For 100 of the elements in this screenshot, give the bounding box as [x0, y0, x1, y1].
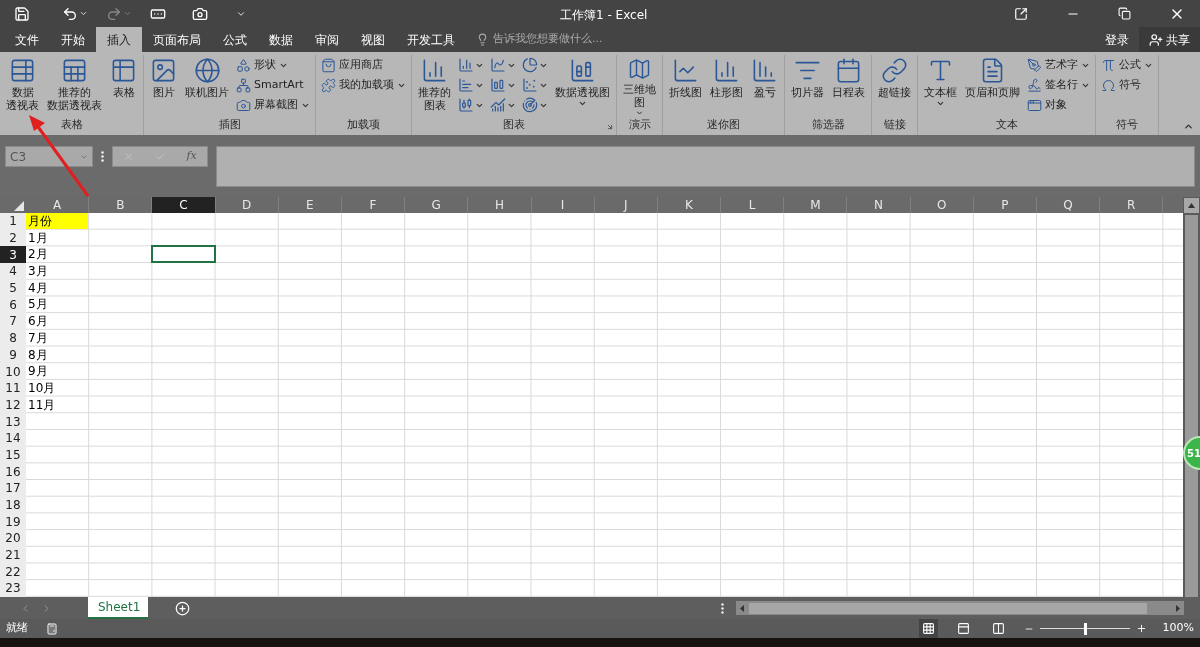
macro-icon[interactable] [46, 622, 58, 635]
ribbon-button[interactable]: 艺术字 [1025, 55, 1092, 75]
ribbon-button[interactable]: 推荐的 数据透视表 [44, 55, 105, 117]
table-cell-text: 1月 [27, 229, 49, 246]
menu-tab[interactable]: 开发工具 [396, 27, 466, 52]
select-all-icon[interactable] [14, 201, 24, 211]
ribbon-button[interactable]: 超链接 [875, 55, 914, 117]
row-header[interactable]: 1 [0, 213, 26, 230]
collapse-ribbon-icon[interactable] [1183, 121, 1194, 132]
ribbon-button[interactable]: 图片 [147, 55, 180, 117]
ribbon-button[interactable]: 对象 [1025, 95, 1092, 115]
scatter-chart-icon [522, 77, 538, 93]
horizontal-scrollbar[interactable] [736, 601, 1184, 615]
ribbon-button[interactable]: 数据透视图 [552, 55, 613, 117]
menu-tab[interactable]: 插入 [96, 27, 142, 52]
link-icon [881, 57, 908, 84]
ribbon-button[interactable]: 应用商店 [319, 55, 408, 75]
ribbon-button[interactable]: 页眉和页脚 [962, 55, 1023, 117]
row-header[interactable]: 10 [0, 363, 26, 380]
ribbon-button[interactable]: 形状 [234, 55, 312, 75]
camera-icon [236, 97, 251, 113]
row-header[interactable]: 22 [0, 563, 26, 581]
zoom-in-icon[interactable] [1135, 623, 1147, 634]
redo-icon[interactable] [106, 5, 122, 22]
row-header[interactable]: 21 [0, 546, 26, 564]
window-title: 工作簿1 - Excel [560, 7, 648, 24]
undo-icon[interactable] [62, 5, 78, 22]
row-header[interactable]: 17 [0, 480, 26, 497]
row-header[interactable]: 18 [0, 496, 26, 514]
menu-tab[interactable]: 数据 [258, 27, 304, 52]
formula-field[interactable] [216, 146, 1195, 187]
scroll-up-icon[interactable] [1188, 203, 1195, 208]
group-label: 演示 [628, 118, 651, 132]
sheet-tab[interactable]: Sheet1 [88, 597, 148, 619]
line-chart-icon [672, 57, 699, 84]
ribbon-button[interactable]: 文本框 [921, 55, 960, 117]
row-header[interactable]: 13 [0, 413, 26, 430]
menu-tab[interactable]: 开始 [50, 27, 96, 52]
ribbon-button[interactable]: 推荐的 图表 [415, 55, 454, 117]
add-sheet-icon[interactable] [175, 600, 190, 616]
row-header[interactable]: 7 [0, 313, 26, 330]
row-header[interactable]: 23 [0, 580, 26, 597]
vertical-scrollbar[interactable] [1183, 197, 1200, 597]
column-chart-icon [713, 57, 740, 84]
row-header[interactable]: 2 [0, 229, 26, 247]
group-label: 图表 [503, 118, 525, 132]
ribbon-button[interactable]: SmartArt [234, 75, 312, 95]
caret-icon[interactable] [79, 9, 88, 18]
dots-icon[interactable] [101, 151, 104, 162]
status-text: 就绪 [5, 620, 28, 637]
menu-tab[interactable]: 公式 [212, 27, 258, 52]
menu-tab[interactable]: 审阅 [304, 27, 350, 52]
table-cell: 月份 [26, 213, 89, 229]
ribbon-button[interactable]: 盈亏 [748, 55, 781, 117]
column-header[interactable]: C [152, 197, 216, 213]
ribbon-button[interactable]: 数据 透视表 [3, 55, 42, 117]
zoom-thumb[interactable] [1083, 622, 1087, 635]
ribbon-button[interactable]: 我的加载项 [319, 75, 408, 95]
menu-tab[interactable]: 视图 [350, 27, 396, 52]
active-cell[interactable] [151, 245, 216, 264]
zoom-slider[interactable] [1039, 622, 1130, 635]
row-header[interactable]: 8 [0, 329, 26, 347]
ribbon-options-icon[interactable] [1014, 6, 1028, 21]
ribbon-button[interactable]: 折线图 [666, 55, 705, 117]
share-button[interactable]: 共享 [1139, 27, 1200, 52]
ribbon-button[interactable]: 柱形图 [707, 55, 746, 117]
dialog-launcher-icon[interactable] [606, 123, 614, 131]
ribbon-button[interactable]: 三维地 图 [620, 55, 659, 117]
save-icon[interactable] [14, 5, 30, 22]
bar-chart-icon [458, 77, 474, 93]
row-header[interactable]: 12 [0, 396, 26, 414]
columns-icon [991, 622, 1005, 635]
row-header[interactable]: 9 [0, 346, 26, 364]
row-header[interactable]: 11 [0, 379, 26, 397]
dots-icon[interactable] [721, 602, 724, 614]
menu-tab[interactable]: 文件 [4, 27, 50, 52]
row-header[interactable]: 20 [0, 530, 26, 547]
row-header[interactable]: 4 [0, 263, 26, 280]
ribbon-button[interactable]: 签名行 [1025, 75, 1092, 95]
ribbon-button[interactable]: 日程表 [829, 55, 868, 117]
ribbon-button[interactable]: 切片器 [788, 55, 827, 117]
ribbon-button[interactable]: 表格 [107, 55, 140, 117]
ribbon-button[interactable]: 公式 [1099, 55, 1155, 75]
view-button[interactable] [918, 619, 938, 638]
ribbon-button[interactable]: 屏幕截图 [234, 95, 312, 115]
row-header[interactable]: 6 [0, 296, 26, 314]
group-label: 链接 [883, 118, 906, 132]
ribbon-button[interactable]: 符号 [1099, 75, 1155, 95]
row-header[interactable]: 16 [0, 463, 26, 480]
restore-icon[interactable] [1118, 7, 1131, 20]
row-header[interactable]: 15 [0, 446, 26, 464]
row-header[interactable]: 5 [0, 279, 26, 297]
camera-icon[interactable] [192, 5, 208, 22]
menu-tab[interactable]: 页面布局 [142, 27, 212, 52]
tell-me-field[interactable]: 告诉我您想要做什么... [476, 27, 603, 52]
row-header[interactable]: 3 [0, 246, 26, 264]
row-header[interactable]: 19 [0, 513, 26, 531]
row-header[interactable]: 14 [0, 429, 26, 447]
ribbon-button[interactable]: 联机图片 [182, 55, 232, 117]
sign-in-link[interactable]: 登录 [1095, 27, 1139, 52]
